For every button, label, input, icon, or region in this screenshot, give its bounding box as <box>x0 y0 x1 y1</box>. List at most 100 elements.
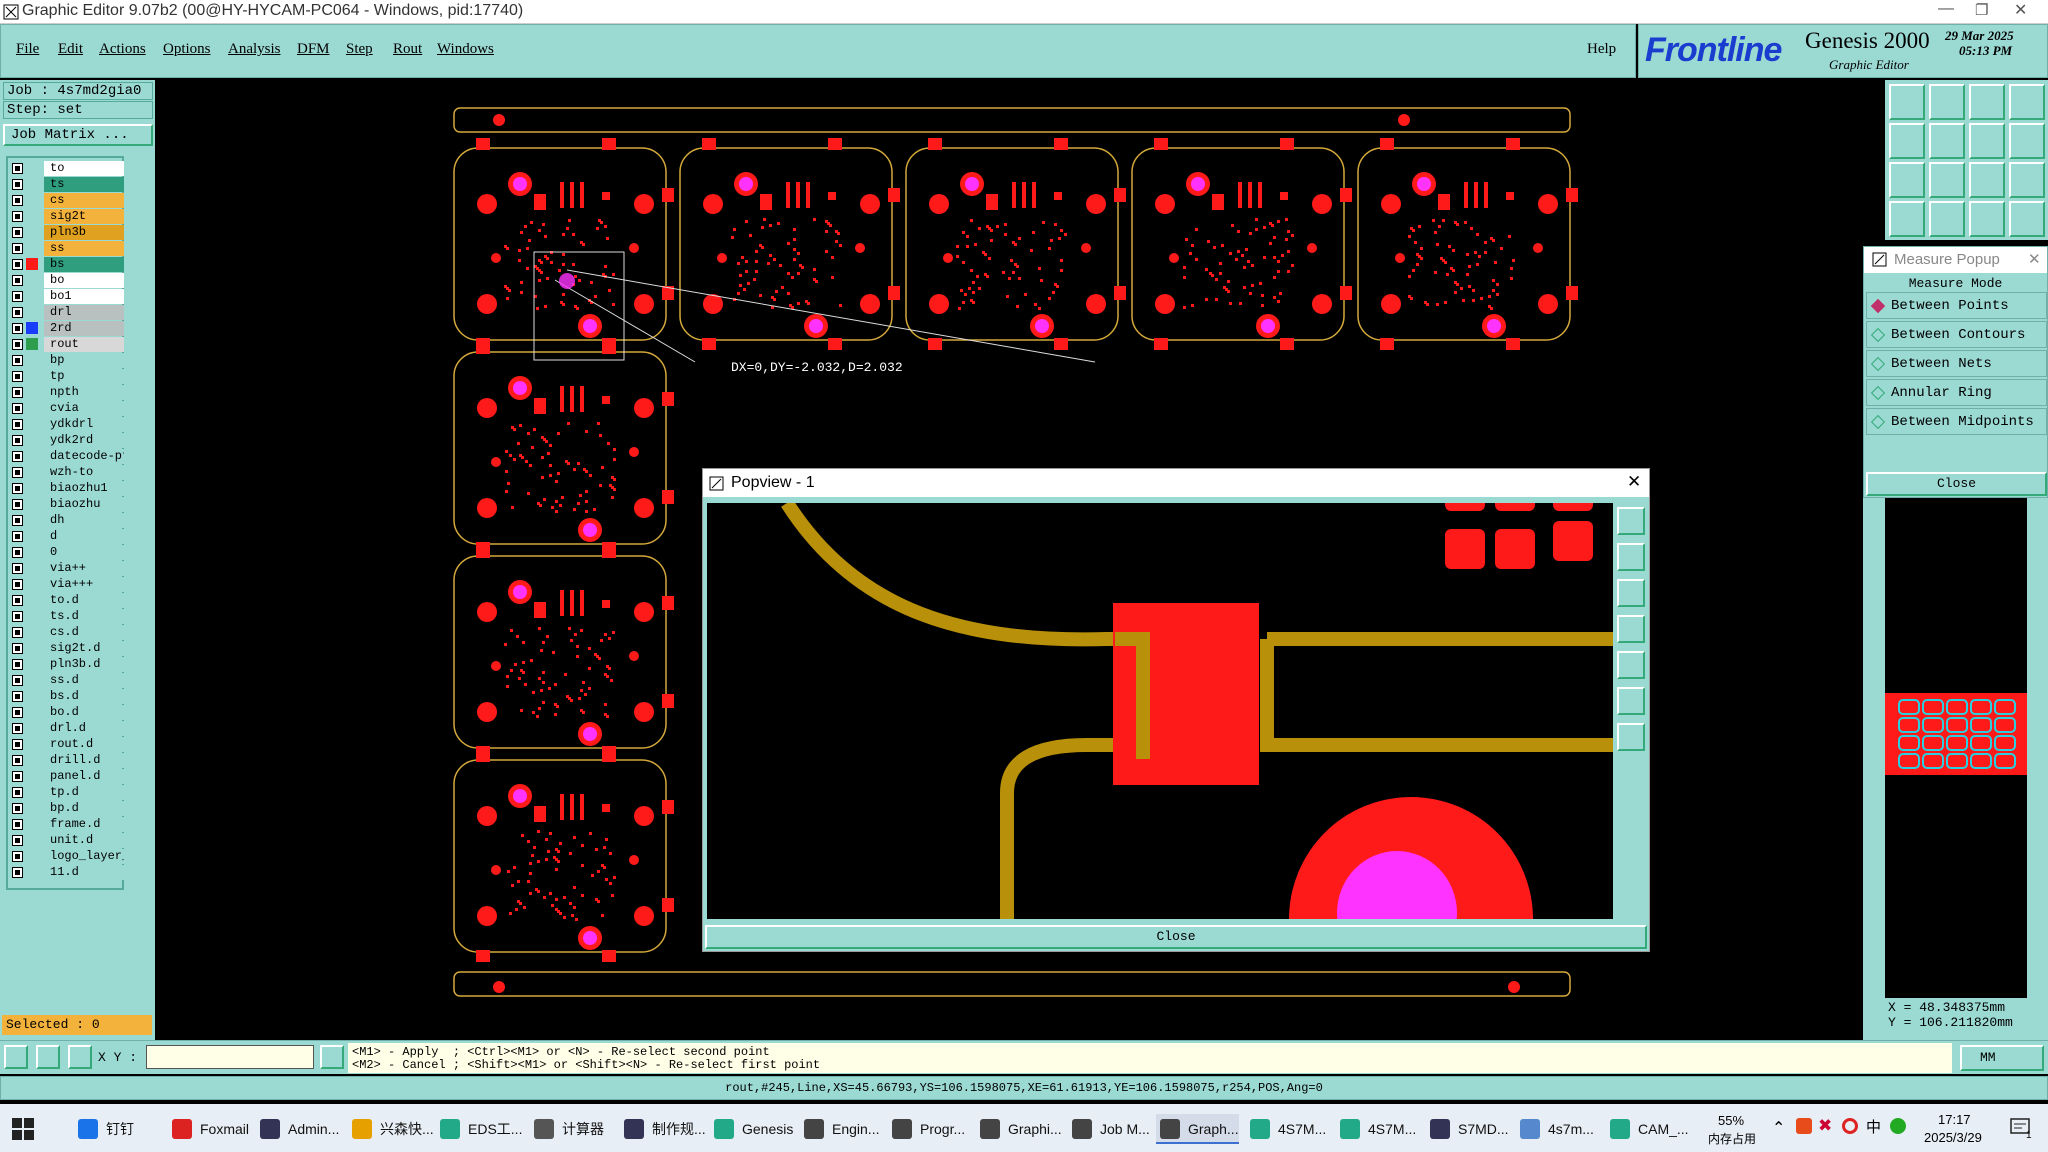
taskbar-app[interactable]: EDS工... <box>436 1114 522 1144</box>
menu-windows[interactable]: Windows <box>437 41 494 58</box>
layer-color-swatch[interactable] <box>26 850 38 862</box>
layer-list[interactable]: to ts cs sig2t pln3b ss bs bo bo1 drl 2rd rout bp tp n… <box>6 156 124 890</box>
pan-down-button[interactable] <box>1617 579 1645 607</box>
center-icon[interactable] <box>1929 162 1965 198</box>
layer-checkbox[interactable] <box>12 643 23 654</box>
layer-checkbox[interactable] <box>12 435 23 446</box>
menu-options[interactable]: Options <box>163 41 211 58</box>
layer-checkbox[interactable] <box>12 771 23 782</box>
layer-checkbox[interactable] <box>12 387 23 398</box>
menu-actions[interactable]: Actions <box>99 41 146 58</box>
layer-row[interactable]: datecode-pt <box>10 449 124 464</box>
layer-checkbox[interactable] <box>12 499 23 510</box>
properties-icon[interactable] <box>1889 201 1925 237</box>
layer-row[interactable]: drl.d <box>10 721 124 736</box>
pan-up-button[interactable] <box>1617 543 1645 571</box>
layer-name[interactable]: bp.d <box>44 801 124 816</box>
redraw-icon[interactable] <box>2009 84 2045 120</box>
menu-dfm[interactable]: DFM <box>297 41 330 58</box>
layer-checkbox[interactable] <box>12 739 23 750</box>
layer-checkbox[interactable] <box>12 675 23 686</box>
layer-checkbox[interactable] <box>12 163 23 174</box>
layer-color-swatch[interactable] <box>26 594 38 606</box>
menu-analysis[interactable]: Analysis <box>228 41 281 58</box>
layer-row[interactable]: ts <box>10 177 124 192</box>
layer-name[interactable]: ts <box>44 177 124 192</box>
layer-color-swatch[interactable] <box>26 258 38 270</box>
zoom-out-icon[interactable] <box>1969 84 2005 120</box>
layer-checkbox[interactable] <box>12 627 23 638</box>
chevron-up-icon[interactable]: ⌃ <box>1772 1118 1785 1138</box>
layer-row[interactable]: ts.d <box>10 609 124 624</box>
taskbar-app[interactable]: 4S7M... <box>1246 1114 1326 1144</box>
taskbar-app[interactable]: 钉钉 <box>74 1114 134 1144</box>
layer-row[interactable]: biaozhu1 <box>10 481 124 496</box>
crosshair-icon[interactable] <box>68 1045 92 1069</box>
layer-row[interactable]: cs.d <box>10 625 124 640</box>
scale-icon[interactable] <box>1969 162 2005 198</box>
menu-step[interactable]: Step <box>346 41 373 58</box>
layer-row[interactable]: rout.d <box>10 737 124 752</box>
layer-name[interactable]: to.d <box>44 593 124 608</box>
highlight-icon[interactable] <box>1969 201 2005 237</box>
layer-name[interactable]: tp.d <box>44 785 124 800</box>
layer-color-swatch[interactable] <box>26 674 38 686</box>
layer-row[interactable]: via++ <box>10 561 124 576</box>
layer-checkbox[interactable] <box>12 307 23 318</box>
layer-row[interactable]: panel.d <box>10 769 124 784</box>
job-matrix-button[interactable]: Job Matrix ... <box>3 124 153 146</box>
layer-color-swatch[interactable] <box>26 578 38 590</box>
layer-row[interactable]: 0 <box>10 545 124 560</box>
layer-name[interactable]: frame.d <box>44 817 124 832</box>
layer-color-swatch[interactable] <box>26 274 38 286</box>
layer-row[interactable]: 11.d <box>10 865 124 880</box>
taskbar-app[interactable]: 制作规... <box>620 1114 706 1144</box>
option-between-nets[interactable]: Between Nets <box>1866 350 2047 377</box>
layer-row[interactable]: ss <box>10 241 124 256</box>
layer-row[interactable]: sig2t.d <box>10 641 124 656</box>
layer-row[interactable]: bp.d <box>10 801 124 816</box>
taskbar-app[interactable]: Progr... <box>888 1114 965 1144</box>
layer-name[interactable]: bo1 <box>44 289 124 304</box>
layer-checkbox[interactable] <box>12 483 23 494</box>
pan-right-button[interactable] <box>1617 651 1645 679</box>
layer-name[interactable]: biaozhu <box>44 497 124 512</box>
layer-checkbox[interactable] <box>12 211 23 222</box>
layer-checkbox[interactable] <box>12 851 23 862</box>
close-icon[interactable]: ✕ <box>1627 472 1641 492</box>
layer-checkbox[interactable] <box>12 419 23 430</box>
layer-checkbox[interactable] <box>12 707 23 718</box>
units-toggle[interactable]: MM <box>1960 1045 2044 1071</box>
layer-checkbox[interactable] <box>12 227 23 238</box>
zoom-home-button[interactable] <box>1617 507 1645 535</box>
layer-color-swatch[interactable] <box>26 386 38 398</box>
layer-row[interactable]: ydk2rd <box>10 433 124 448</box>
layer-name[interactable]: 0 <box>44 545 124 560</box>
layer-checkbox[interactable] <box>12 819 23 830</box>
layer-checkbox[interactable] <box>12 835 23 846</box>
taskbar-app[interactable]: Admin... <box>256 1114 339 1144</box>
layer-checkbox[interactable] <box>12 195 23 206</box>
layer-checkbox[interactable] <box>12 355 23 366</box>
layer-name[interactable]: sig2t <box>44 209 124 224</box>
layer-color-swatch[interactable] <box>26 178 38 190</box>
menu-help[interactable]: Help <box>1587 41 1616 58</box>
layer-name[interactable]: unit.d <box>44 833 124 848</box>
measure-icon[interactable] <box>1889 162 1925 198</box>
wechat-tray-icon[interactable] <box>1890 1118 1906 1134</box>
option-annular-ring[interactable]: Annular Ring <box>1866 379 2047 406</box>
layer-name[interactable]: drl.d <box>44 721 124 736</box>
menu-rout[interactable]: Rout <box>393 41 422 58</box>
layer-checkbox[interactable] <box>12 595 23 606</box>
menu-edit[interactable]: Edit <box>58 41 83 58</box>
close-icon[interactable]: ✕ <box>2028 250 2041 268</box>
taskbar-app[interactable]: Foxmail <box>168 1114 249 1144</box>
layer-row[interactable]: unit.d <box>10 833 124 848</box>
layer-name[interactable]: via++ <box>44 561 124 576</box>
layer-row[interactable]: d <box>10 529 124 544</box>
xy-input[interactable] <box>146 1045 314 1069</box>
layer-checkbox[interactable] <box>12 451 23 462</box>
option-between-points[interactable]: Between Points <box>1866 292 2047 319</box>
layer-color-swatch[interactable] <box>26 370 38 382</box>
layer-checkbox[interactable] <box>12 515 23 526</box>
